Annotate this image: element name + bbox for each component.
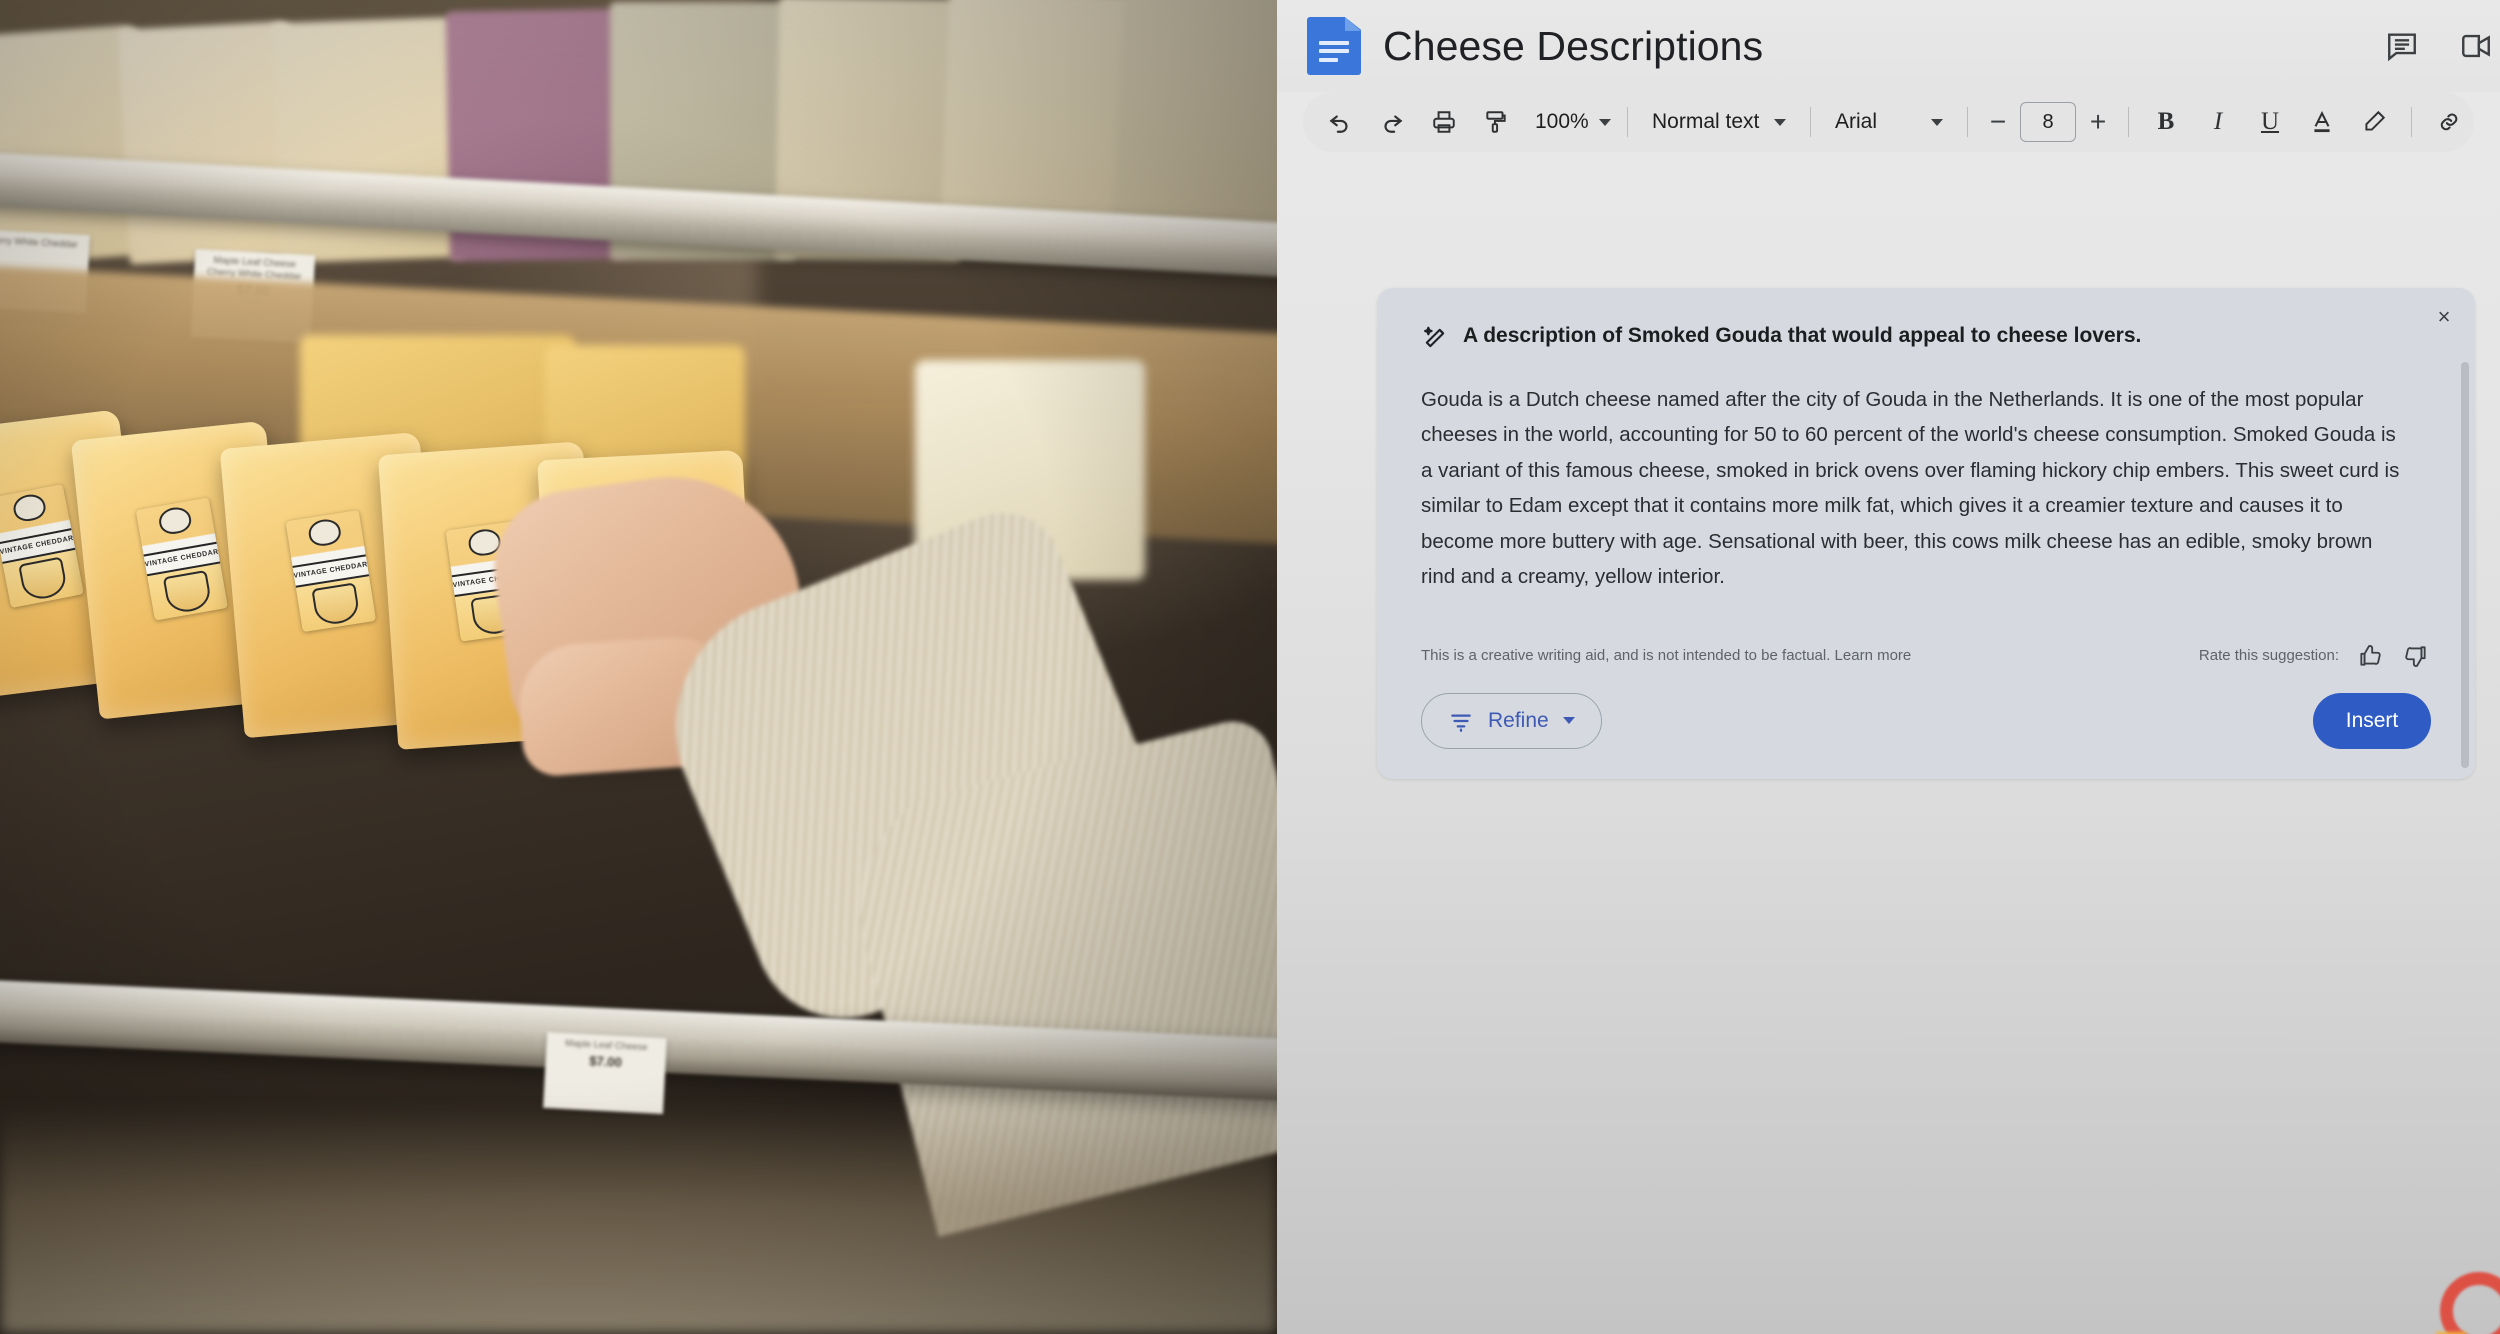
suggestion-body-text: Gouda is a Dutch cheese named after the … xyxy=(1421,388,2400,589)
chevron-down-icon xyxy=(1562,717,1575,725)
chevron-down-icon xyxy=(1774,118,1786,126)
formatting-toolbar: 100% Normal text Arial − 8 + B I U xyxy=(1303,92,2474,152)
font-family-value: Arial xyxy=(1835,110,1878,133)
doc-header: Cheese Descriptions xyxy=(1277,0,2500,92)
font-size-increase-button[interactable]: + xyxy=(2084,108,2112,136)
rate-label: Rate this suggestion: xyxy=(2198,647,2339,665)
cheddar-label-2: VINTAGE CHEDDAR xyxy=(135,497,228,621)
disclaimer-text[interactable]: This is a creative writing aid, and is n… xyxy=(1421,647,1911,664)
font-family-dropdown[interactable]: Arial xyxy=(1823,100,1955,144)
brick-label-text-3: VINTAGE CHEDDAR xyxy=(285,553,377,590)
label-shield-icon xyxy=(311,582,361,628)
zoom-dropdown[interactable]: 100% xyxy=(1523,100,1615,144)
italic-button[interactable]: I xyxy=(2193,99,2243,145)
paragraph-style-dropdown[interactable]: Normal text xyxy=(1640,100,1798,144)
label-crest-icon xyxy=(156,504,193,537)
suggestion-meta-row: This is a creative writing aid, and is n… xyxy=(1411,641,2441,671)
undo-icon[interactable] xyxy=(1315,99,1365,145)
thumb-up-icon[interactable] xyxy=(2355,641,2385,671)
close-icon[interactable]: × xyxy=(2427,300,2461,334)
card-scrollbar[interactable] xyxy=(2461,362,2469,768)
cheddar-label-3: VINTAGE CHEDDAR xyxy=(285,510,377,633)
redo-icon[interactable] xyxy=(1367,99,1417,145)
font-size-stepper: − 8 + xyxy=(1980,102,2116,142)
bold-button[interactable]: B xyxy=(2141,99,2191,145)
print-icon[interactable] xyxy=(1419,99,1469,145)
underline-button[interactable]: U xyxy=(2245,99,2295,145)
paragraph-style-value: Normal text xyxy=(1652,110,1760,133)
meet-corner-badge xyxy=(2440,1272,2500,1334)
brick-label-text-2: VINTAGE CHEDDAR xyxy=(135,540,228,578)
suggestion-prompt-row: A description of Smoked Gouda that would… xyxy=(1411,314,2441,352)
font-size-decrease-button[interactable]: − xyxy=(1984,108,2012,136)
toolbar-divider xyxy=(1967,107,1968,137)
google-docs-icon[interactable] xyxy=(1307,17,1361,75)
chevron-down-icon xyxy=(1931,118,1943,126)
photo-foreground-blur xyxy=(0,1104,1277,1334)
rating-group: Rate this suggestion: xyxy=(2199,641,2431,671)
tune-icon xyxy=(1448,708,1474,734)
toolbar-divider xyxy=(2411,107,2412,137)
toolbar-divider xyxy=(1627,107,1628,137)
insert-button[interactable]: Insert xyxy=(2313,692,2431,749)
screen: Cherry White Cheddar Maple Leaf Cheese C… xyxy=(0,0,2500,1334)
paint-format-icon[interactable] xyxy=(1471,99,1521,145)
ai-suggestion-card: × A description of Smoked Gouda that wou… xyxy=(1377,288,2475,779)
magic-pen-icon xyxy=(1421,324,1449,352)
toolbar-divider xyxy=(2128,107,2129,137)
toolbar-divider xyxy=(1810,107,1811,137)
link-icon[interactable] xyxy=(2424,99,2474,145)
thumb-down-icon[interactable] xyxy=(2401,641,2431,671)
refine-button[interactable]: Refine xyxy=(1421,692,1602,749)
label-crest-icon xyxy=(10,492,48,524)
price-tag-lower: Maple Leaf Cheese $7.00 xyxy=(543,1031,667,1115)
page-title[interactable]: Cheese Descriptions xyxy=(1383,23,1763,70)
google-docs-panel: Cheese Descriptions 100% Normal text Ari… xyxy=(1277,0,2500,1334)
chevron-down-icon xyxy=(1598,118,1611,126)
header-actions xyxy=(2382,26,2490,66)
zoom-value: 100% xyxy=(1535,110,1589,133)
label-shield-icon xyxy=(17,556,69,603)
comment-history-icon[interactable] xyxy=(2382,26,2422,66)
refine-label: Refine xyxy=(1488,708,1549,732)
cheese-shelf-photo: Cherry White Cheddar Maple Leaf Cheese C… xyxy=(0,0,1277,1334)
cheddar-label-1: VINTAGE CHEDDAR xyxy=(0,484,84,609)
meet-icon[interactable] xyxy=(2456,26,2496,66)
label-shield-icon xyxy=(162,569,213,615)
text-color-icon[interactable] xyxy=(2297,99,2347,145)
label-crest-icon xyxy=(306,517,343,549)
toolbar-wrapper: 100% Normal text Arial − 8 + B I U xyxy=(1277,92,2500,152)
suggestion-prompt-text: A description of Smoked Gouda that would… xyxy=(1463,324,2142,347)
price-tag-left-name: Cherry White Cheddar xyxy=(0,234,78,251)
highlight-pen-icon[interactable] xyxy=(2349,99,2399,145)
suggestion-actions-row: Refine Insert xyxy=(1411,692,2441,749)
font-size-input[interactable]: 8 xyxy=(2020,102,2076,142)
